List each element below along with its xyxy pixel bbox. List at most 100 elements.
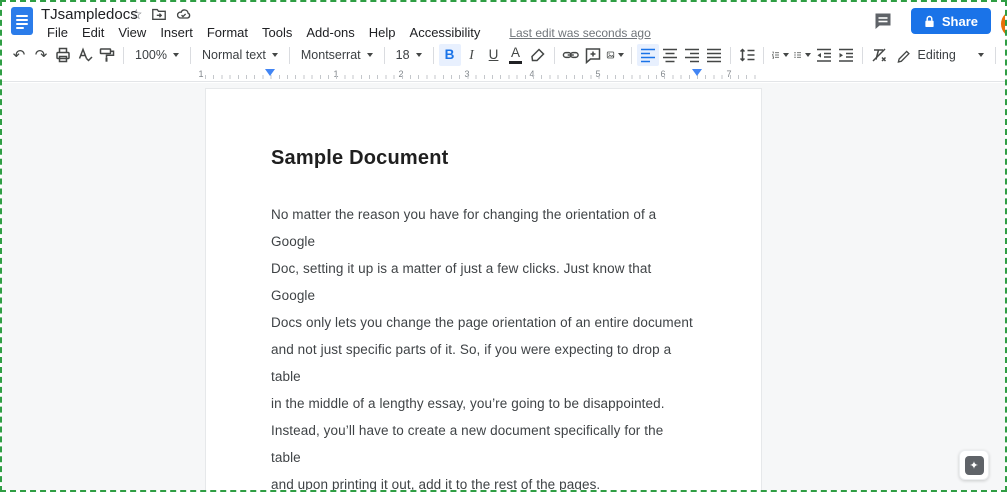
image-icon bbox=[606, 51, 614, 59]
clear-formatting-button[interactable] bbox=[868, 44, 890, 66]
decrease-indent-button[interactable] bbox=[813, 44, 835, 66]
menu-item[interactable]: File bbox=[40, 25, 75, 40]
bold-button[interactable]: B bbox=[438, 44, 461, 66]
underline-button[interactable]: U bbox=[483, 44, 505, 66]
star-outline-icon[interactable]: ☆ bbox=[130, 5, 143, 23]
paragraph-style-select[interactable]: Normal text bbox=[196, 44, 284, 66]
decrease-indent-icon bbox=[816, 48, 831, 62]
text-color-button[interactable]: A bbox=[505, 44, 527, 66]
clear-formatting-icon bbox=[872, 48, 886, 62]
justify-button[interactable] bbox=[703, 44, 725, 66]
horizontal-ruler[interactable]: 11234567 bbox=[2, 68, 1005, 82]
underline-icon: U bbox=[488, 47, 499, 63]
menu-item[interactable]: Tools bbox=[255, 25, 299, 40]
menu-item[interactable]: View bbox=[111, 25, 153, 40]
text-color-icon: A bbox=[509, 46, 523, 64]
highlighter-icon bbox=[530, 48, 545, 62]
italic-icon: I bbox=[469, 47, 474, 63]
move-folder-icon[interactable] bbox=[151, 6, 167, 22]
paragraph-style-value: Normal text bbox=[201, 48, 266, 62]
chevron-down-icon bbox=[617, 53, 624, 57]
highlight-color-button[interactable] bbox=[527, 44, 549, 66]
align-left-button[interactable] bbox=[636, 44, 659, 66]
editing-mode-value: Editing bbox=[917, 48, 956, 62]
undo-button[interactable]: ↶ bbox=[8, 44, 30, 66]
zoom-select[interactable]: 100% bbox=[129, 44, 185, 66]
menu-item[interactable]: Insert bbox=[153, 25, 200, 40]
add-comment-icon bbox=[585, 48, 600, 64]
print-icon bbox=[56, 47, 70, 63]
document-canvas: Sample Document No matter the reason you… bbox=[2, 83, 1005, 490]
zoom-value: 100% bbox=[135, 48, 167, 62]
hide-menus-button[interactable] bbox=[1001, 44, 1005, 66]
ruler-number: 1 bbox=[198, 69, 204, 79]
lock-icon bbox=[925, 15, 934, 27]
document-title[interactable]: TJsampledocs bbox=[41, 6, 138, 23]
undo-icon: ↶ bbox=[12, 45, 26, 64]
share-button-label: Share bbox=[941, 13, 978, 29]
paragraph[interactable]: No matter the reason you have for changi… bbox=[271, 201, 696, 490]
spellcheck-icon bbox=[78, 47, 93, 62]
left-margin-marker[interactable] bbox=[265, 69, 275, 76]
insert-link-button[interactable] bbox=[560, 44, 582, 66]
link-icon bbox=[562, 51, 579, 59]
chevron-down-icon bbox=[977, 53, 984, 57]
user-avatar[interactable] bbox=[1001, 10, 1005, 38]
chevron-down-icon bbox=[415, 53, 422, 57]
menu-item[interactable]: Help bbox=[362, 25, 403, 40]
align-left-icon bbox=[640, 48, 655, 63]
chevron-down-icon bbox=[271, 53, 278, 57]
add-comment-button[interactable] bbox=[582, 44, 604, 66]
chevron-down-icon bbox=[366, 53, 373, 57]
explore-button[interactable]: ✦ bbox=[959, 450, 989, 480]
paint-format-button[interactable] bbox=[96, 44, 118, 66]
google-docs-logo-icon[interactable] bbox=[11, 7, 33, 35]
document-page[interactable]: Sample Document No matter the reason you… bbox=[205, 88, 762, 490]
google-docs-window: TJsampledocs ☆ Share File Edit View Inse… bbox=[0, 0, 1007, 492]
document-heading[interactable]: Sample Document bbox=[271, 145, 696, 171]
bulleted-list-button[interactable] bbox=[791, 44, 813, 66]
right-margin-marker[interactable] bbox=[692, 69, 702, 76]
ruler-ticks bbox=[205, 75, 762, 79]
editing-mode-select[interactable]: Editing bbox=[890, 44, 990, 66]
align-center-icon bbox=[662, 48, 677, 63]
increase-indent-icon bbox=[838, 48, 853, 62]
italic-button[interactable]: I bbox=[461, 44, 483, 66]
menu-item[interactable]: Accessibility bbox=[403, 25, 488, 40]
chevron-down-icon bbox=[804, 53, 811, 57]
numbered-list-icon bbox=[771, 51, 779, 59]
menu-item[interactable]: Format bbox=[200, 25, 255, 40]
insert-image-button[interactable] bbox=[604, 44, 626, 66]
font-size-value: 18 bbox=[395, 48, 410, 62]
menu-item[interactable]: Edit bbox=[75, 25, 111, 40]
chevron-down-icon bbox=[782, 53, 789, 57]
font-family-select[interactable]: Montserrat bbox=[295, 44, 379, 66]
font-size-select[interactable]: 18 bbox=[390, 44, 428, 66]
explore-icon: ✦ bbox=[964, 455, 984, 475]
increase-indent-button[interactable] bbox=[835, 44, 857, 66]
line-spacing-button[interactable] bbox=[736, 44, 758, 66]
align-right-button[interactable] bbox=[681, 44, 703, 66]
justify-icon bbox=[706, 48, 721, 63]
align-right-icon bbox=[684, 48, 699, 63]
paint-roller-icon bbox=[99, 48, 115, 62]
redo-button[interactable]: ↷ bbox=[30, 44, 52, 66]
menu-bar: File Edit View Insert Format Tools Add-ons Help… bbox=[40, 23, 651, 42]
line-spacing-icon bbox=[739, 48, 755, 62]
font-family-value: Montserrat bbox=[300, 48, 361, 62]
open-comment-history-icon[interactable] bbox=[873, 11, 893, 31]
print-button[interactable] bbox=[52, 44, 74, 66]
align-center-button[interactable] bbox=[659, 44, 681, 66]
menu-item[interactable]: Add-ons bbox=[299, 25, 361, 40]
toolbar: ↶ ↷ 100% Normal text Montserrat 18 B I U… bbox=[2, 42, 1005, 68]
chevron-down-icon bbox=[172, 53, 179, 57]
redo-icon: ↷ bbox=[34, 45, 48, 64]
share-button[interactable]: Share bbox=[910, 8, 991, 34]
spelling-check-button[interactable] bbox=[74, 44, 96, 66]
bulleted-list-icon bbox=[793, 52, 801, 58]
numbered-list-button[interactable] bbox=[769, 44, 791, 66]
pencil-icon bbox=[897, 50, 910, 63]
last-edit-status[interactable]: Last edit was seconds ago bbox=[509, 26, 650, 40]
cloud-saved-icon[interactable] bbox=[175, 6, 192, 22]
bold-icon: B bbox=[444, 47, 455, 63]
